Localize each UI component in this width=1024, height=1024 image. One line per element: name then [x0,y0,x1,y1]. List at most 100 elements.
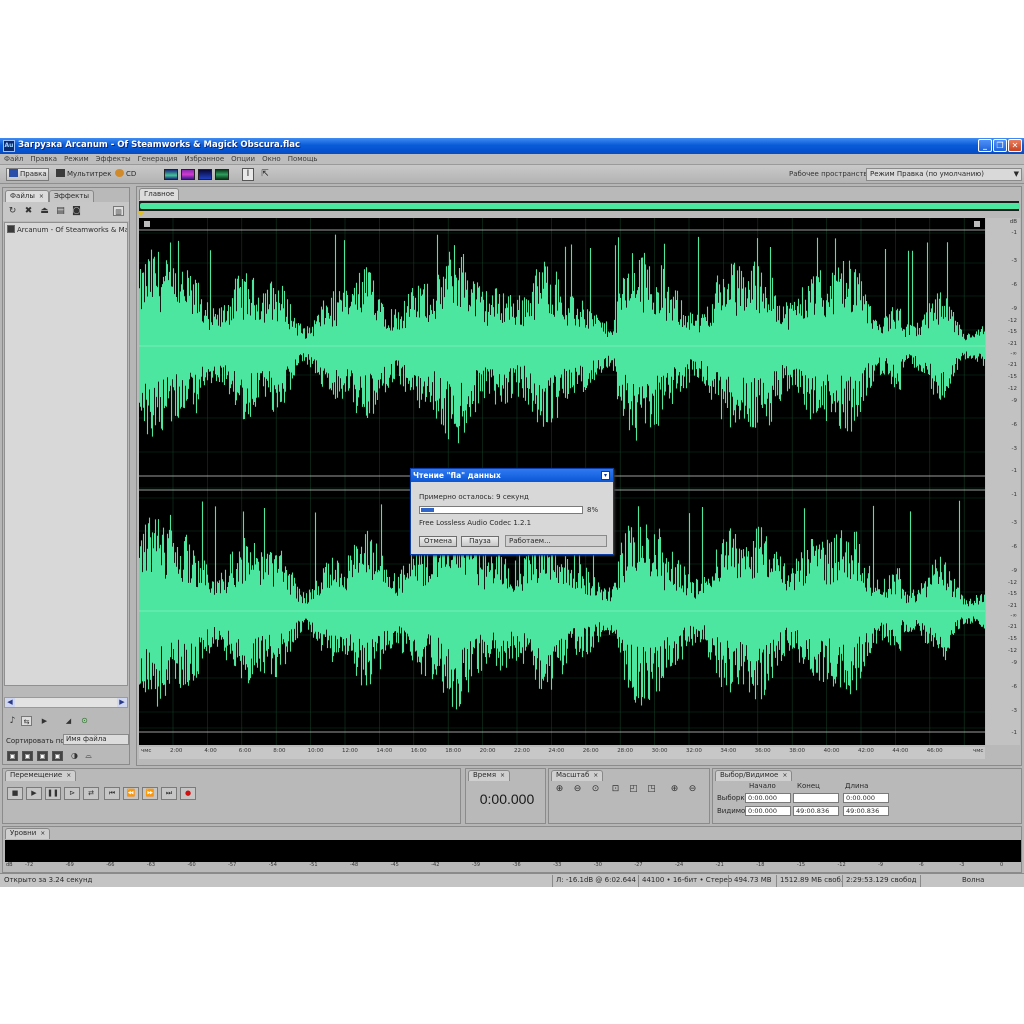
close-icon[interactable]: × [782,772,787,779]
zoom-left-edge-icon[interactable]: ◰ [626,783,641,796]
spectral-view-icon[interactable] [181,169,195,180]
panel-menu-icon[interactable]: ▥ [113,206,124,216]
auto-play-icon[interactable]: ⊙ [79,716,90,726]
zoom-panel: Масштаб × ⊕ ⊖ ⊙ ⊡ ◰ ◳ ⊕ ⊖ [548,768,710,824]
zoom-right-edge-icon[interactable]: ◳ [644,783,659,796]
close-icon[interactable]: × [500,772,505,779]
tab-main[interactable]: Главное [139,188,180,200]
tab-effects[interactable]: Эффекты [49,190,94,202]
tab-time[interactable]: Время × [468,770,511,781]
menu-view[interactable]: Режим [64,154,89,164]
overview-bar[interactable] [139,201,1020,211]
fast-forward-icon[interactable]: ⏩ [142,787,158,800]
view-end-field[interactable]: 49:00.836 [793,806,839,816]
show-loops-icon[interactable]: ▣ [22,751,33,761]
restore-button[interactable]: ❐ [993,139,1007,152]
cd-view-button[interactable]: CD [112,168,142,181]
show-cue-icon[interactable]: ⌓ [83,751,94,761]
zoom-out-horizontal-icon[interactable]: ⊖ [570,783,585,796]
minimize-button[interactable]: _ [978,139,992,152]
view-start-field[interactable]: 0:00.000 [745,806,791,816]
close-icon[interactable]: × [66,772,71,779]
status-free-time: 2:29:53.129 свобод [846,876,917,884]
play-preview-icon[interactable]: ▶ [39,716,50,726]
selection-start-field[interactable]: 0:00.000 [745,793,791,803]
close-button[interactable]: ✕ [1008,139,1022,152]
show-midi-icon[interactable]: ▣ [52,751,63,761]
volume-icon[interactable]: ◢ [63,716,74,726]
menu-window[interactable]: Окно [262,154,281,164]
import-file-icon[interactable]: ↻ [7,206,18,216]
rewind-icon[interactable]: ⏪ [123,787,139,800]
time-tick-label: 36:00 [754,748,771,754]
zoom-in-horizontal-icon[interactable]: ⊕ [552,783,567,796]
view-length-field[interactable]: 49:00.836 [843,806,889,816]
workspace-select[interactable]: Режим Правка (по умолчанию) ▼ [866,168,1022,181]
insert-cd-icon[interactable]: ▤ [55,206,66,216]
pause-button[interactable]: Пауза [461,536,499,547]
db-tick-label: -9 [1011,306,1017,312]
multitrack-view-button[interactable]: Мультитрек [53,168,111,181]
zoom-full-icon[interactable]: ⊙ [588,783,603,796]
dialog-minimize-icon[interactable]: ▾ [601,471,610,480]
record-icon[interactable]: ● [180,787,196,800]
menu-favorites[interactable]: Избранное [184,154,224,164]
menu-help[interactable]: Помощь [288,154,318,164]
pause-icon[interactable]: ❚❚ [45,787,61,800]
close-icon[interactable]: × [40,830,45,837]
col-start-header: Начало [749,782,776,790]
close-file-icon[interactable]: ✖ [23,206,34,216]
level-tick-label: -48 [350,862,359,868]
level-tick-label: -12 [837,862,846,868]
time-tick-label: 12:00 [342,748,358,754]
show-full-path-icon[interactable]: ◑ [69,751,80,761]
scroll-right-icon[interactable]: ▶ [117,698,127,707]
sort-select[interactable]: Имя файла [63,734,129,745]
menu-generate[interactable]: Генерация [138,154,178,164]
tab-transport[interactable]: Перемещение × [5,770,77,781]
menu-options[interactable]: Опции [231,154,255,164]
close-icon[interactable]: × [593,772,598,779]
insert-multitrack-icon[interactable]: ⏏ [39,206,50,216]
go-end-icon[interactable]: ⏭ [161,787,177,800]
phase-view-icon[interactable] [215,169,229,180]
overview-range[interactable] [140,203,1020,209]
menu-effects[interactable]: Эффекты [96,154,131,164]
time-selection-tool-icon[interactable]: I [242,168,254,181]
go-start-icon[interactable]: ⏮ [104,787,120,800]
loop-preview-icon[interactable]: ⇆ [21,716,32,726]
horizontal-scrollbar[interactable]: ◀ ▶ [4,697,128,708]
autoplay-icon[interactable]: ♪ [7,716,18,726]
stop-icon[interactable]: ■ [7,787,23,800]
edit-view-button[interactable]: Правка [6,168,49,181]
edit-file-icon[interactable]: ◙ [71,206,82,216]
zoom-out-vertical-icon[interactable]: ⊖ [685,783,700,796]
pan-view-icon[interactable] [198,169,212,180]
scroll-left-icon[interactable]: ◀ [5,698,15,707]
show-video-icon[interactable]: ▣ [37,751,48,761]
menu-edit[interactable]: Правка [30,154,57,164]
tab-levels[interactable]: Уровни × [5,828,51,839]
tab-zoom[interactable]: Масштаб × [551,770,604,781]
selection-end-field[interactable] [793,793,839,803]
transport-panel: Перемещение × ■ ▶ ❚❚ ⊳ ⇄ ⏮ ⏪ ⏩ ⏭ ● [2,768,461,824]
play-from-cursor-icon[interactable]: ⊳ [64,787,80,800]
playhead-marker-icon[interactable] [137,211,145,216]
tab-files[interactable]: Файлы × [5,190,49,202]
tab-selection-view[interactable]: Выбор/Видимое × [715,770,793,781]
selection-length-field[interactable]: 0:00.000 [843,793,889,803]
zoom-in-vertical-icon[interactable]: ⊕ [667,783,682,796]
marquee-tool-icon[interactable]: ⇱ [259,168,271,181]
right-marker-icon[interactable] [974,221,980,227]
waveform-view-icon[interactable] [164,169,178,180]
zoom-selection-icon[interactable]: ⊡ [608,783,623,796]
left-marker-icon[interactable] [144,221,150,227]
menu-file[interactable]: Файл [4,154,23,164]
level-tick-label: -33 [553,862,562,868]
play-icon[interactable]: ▶ [26,787,42,800]
show-audio-icon[interactable]: ▣ [7,751,18,761]
close-icon[interactable]: × [39,193,44,200]
loop-icon[interactable]: ⇄ [83,787,99,800]
cancel-button[interactable]: Отмена [419,536,457,547]
list-item[interactable]: Arcanum - Of Steamworks & Magic [7,225,127,235]
